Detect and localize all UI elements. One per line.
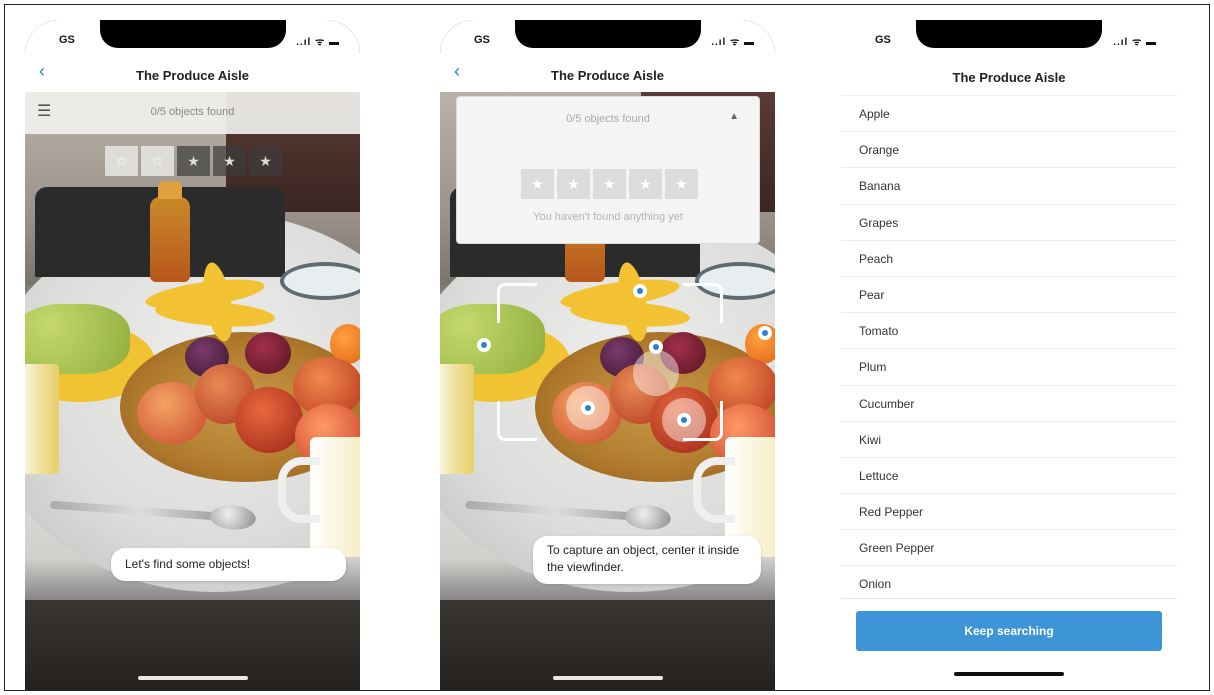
phone-screen-2: GS ..ıl ᯤ ▬ ‹ The Produce Aisle 0/5 obje… <box>440 20 775 690</box>
nav-bar: GS ..ıl ᯤ ▬ The Produce Aisle <box>841 20 1177 96</box>
chevron-up-icon[interactable]: ▲ <box>729 111 739 122</box>
detected-object-dot[interactable] <box>477 338 491 352</box>
keep-searching-button[interactable]: Keep searching <box>856 611 1162 651</box>
notch <box>99 20 286 48</box>
list-item[interactable]: Peach <box>841 241 1177 277</box>
apple <box>235 387 303 453</box>
list-item[interactable]: Tomato <box>841 313 1177 350</box>
list-item[interactable]: Lettuce <box>841 458 1177 495</box>
produce-list: Apple Orange Banana Grapes Peach Pear To… <box>841 96 1177 603</box>
page-title: The Produce Aisle <box>136 68 249 83</box>
viewfinder-corner <box>683 283 723 323</box>
found-dropdown[interactable]: 0/5 objects found ▲ ★ ★ ★ ★ ★ You haven'… <box>456 96 760 244</box>
star-icon: ★ <box>249 146 282 176</box>
star-icon: ★ <box>593 169 626 199</box>
status-time: GS <box>59 34 75 46</box>
star-icon: ★ <box>213 146 246 176</box>
star-icon: ★ <box>177 146 210 176</box>
mug <box>278 437 360 557</box>
home-indicator[interactable] <box>137 676 248 680</box>
home-indicator[interactable] <box>954 672 1064 676</box>
viewfinder-corner <box>497 283 537 323</box>
list-item[interactable]: Pear <box>841 277 1177 314</box>
mug <box>25 364 59 474</box>
list-item[interactable]: Cucumber <box>841 386 1177 422</box>
page-title: The Produce Aisle <box>952 70 1066 85</box>
camera-view <box>25 92 360 690</box>
detected-object-dot[interactable] <box>758 326 772 340</box>
detection-halo <box>633 350 679 396</box>
found-count: 0/5 objects found <box>150 106 235 118</box>
star-icon: ☆ <box>105 146 138 176</box>
status-icons: ..ıl ᯤ ▬ <box>711 37 755 48</box>
phone-screen-3: GS ..ıl ᯤ ▬ The Produce Aisle Apple Oran… <box>841 20 1177 690</box>
star-icon: ★ <box>557 169 590 199</box>
progress-stars: ★ ★ ★ ★ ★ <box>521 169 698 199</box>
hint-toast: Let's find some objects! <box>111 548 346 581</box>
list-item[interactable]: Kiwi <box>841 422 1177 458</box>
found-count: 0/5 objects found <box>566 113 650 125</box>
star-icon: ★ <box>629 169 662 199</box>
star-icon: ★ <box>521 169 554 199</box>
list-item[interactable]: Grapes <box>841 205 1177 241</box>
progress-stars: ☆ ☆ ★ ★ ★ <box>105 146 282 176</box>
found-bar[interactable]: ☰ 0/5 objects found <box>25 92 360 134</box>
viewfinder-corner <box>497 401 537 441</box>
plate <box>280 262 360 300</box>
status-time: GS <box>474 34 490 46</box>
list-item[interactable]: Apple <box>841 96 1177 133</box>
hint-toast: To capture an object, center it inside t… <box>533 536 761 584</box>
list-item[interactable]: Orange <box>841 132 1177 169</box>
page-title: The Produce Aisle <box>551 68 664 83</box>
notch <box>514 20 701 48</box>
detected-object-dot[interactable] <box>633 284 647 298</box>
detected-object-dot[interactable] <box>677 413 691 427</box>
phone-screen-1: GS ..ıl ᯤ ▬ ‹ The Produce Aisle ☰ 0/5 ob… <box>25 20 360 690</box>
star-icon: ☆ <box>141 146 174 176</box>
detected-object-dot[interactable] <box>649 340 663 354</box>
list-item[interactable]: Red Pepper <box>841 494 1177 531</box>
notch <box>916 20 1102 48</box>
nav-bar: GS ..ıl ᯤ ▬ ‹ The Produce Aisle <box>440 20 775 92</box>
list-item[interactable]: Plum <box>841 349 1177 386</box>
plum <box>245 332 291 374</box>
home-indicator[interactable] <box>552 676 663 680</box>
status-time: GS <box>875 34 891 46</box>
star-icon: ★ <box>665 169 698 199</box>
nav-bar: GS ..ıl ᯤ ▬ ‹ The Produce Aisle <box>25 20 360 92</box>
honey-jar <box>150 181 190 282</box>
status-icons: ..ıl ᯤ ▬ <box>1113 37 1157 48</box>
list-item[interactable]: Green Pepper <box>841 530 1177 567</box>
detected-object-dot[interactable] <box>581 401 595 415</box>
mug <box>440 364 474 474</box>
status-icons: ..ıl ᯤ ▬ <box>296 37 340 48</box>
empty-message: You haven't found anything yet <box>533 211 683 223</box>
list-item[interactable]: Banana <box>841 168 1177 205</box>
bottom-panel: Keep searching <box>841 598 1177 690</box>
